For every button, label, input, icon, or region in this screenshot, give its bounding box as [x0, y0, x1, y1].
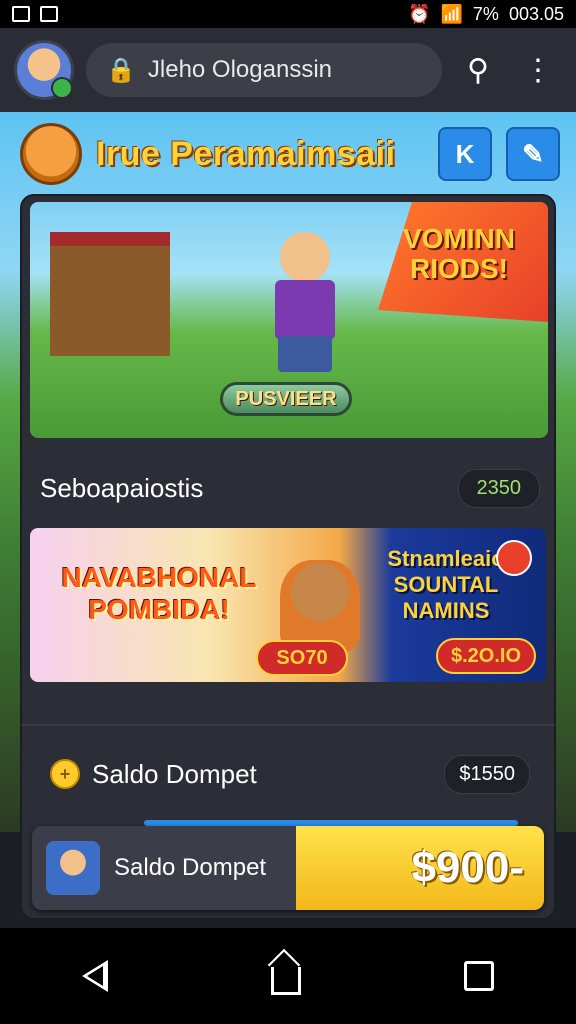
- promo-text: VOMINN RIODS!: [403, 223, 515, 284]
- price-button-2[interactable]: $.2O.IO: [436, 638, 536, 674]
- section-title: Seboapaiostis: [40, 472, 204, 503]
- online-badge: [51, 77, 73, 99]
- hero-legs: [278, 336, 332, 372]
- wallet-card-amount-area[interactable]: $900-: [296, 826, 544, 910]
- status-left: [12, 6, 58, 22]
- coin-icon: +: [50, 759, 80, 789]
- wifi-icon: 📶: [440, 3, 463, 24]
- edit-button[interactable]: ✎: [506, 127, 560, 181]
- notification-icon: [12, 6, 30, 22]
- hero-character: [250, 232, 360, 372]
- divider: [22, 724, 554, 726]
- house-illustration: [50, 232, 170, 356]
- bunny-character: [280, 560, 360, 652]
- battery-percent: 7%: [472, 3, 499, 24]
- character-avatar: [46, 841, 100, 895]
- home-icon[interactable]: [270, 967, 301, 995]
- navigation-bar: [0, 928, 576, 1024]
- top-bar: 🔒 Jleho Ologanssin ⚲ ⋮: [0, 28, 576, 112]
- edit-icon: ✎: [522, 138, 544, 169]
- section-row: Seboapaiostis 2350: [40, 466, 540, 510]
- back-icon[interactable]: [81, 960, 108, 992]
- lock-icon: 🔒: [106, 56, 136, 84]
- banner-button[interactable]: PUSVIEER: [220, 382, 352, 416]
- timer-icon: [496, 540, 532, 576]
- wallet-value-badge: $1550: [444, 754, 530, 794]
- mascot-icon: [20, 123, 82, 185]
- price-button-1[interactable]: SO70: [256, 640, 348, 676]
- clock: 003.05: [508, 3, 564, 24]
- alarm-icon: ⏰: [408, 3, 431, 24]
- notification-icon: [40, 6, 58, 22]
- wallet-card-amount: $900-: [411, 843, 524, 892]
- more-vertical-icon[interactable]: ⋮: [514, 46, 562, 94]
- hero-head: [280, 232, 330, 282]
- k-button[interactable]: K: [438, 127, 492, 181]
- recent-apps-icon[interactable]: [464, 961, 495, 991]
- search-text: Jleho Ologanssin: [147, 56, 333, 83]
- section-value-badge: 2350: [457, 468, 540, 508]
- status-right: ⏰ 📶 7% 003.05: [408, 4, 564, 25]
- wallet-row: + Saldo Dompet $1550: [50, 752, 530, 796]
- wallet-card[interactable]: Saldo Dompet $900-: [32, 826, 544, 910]
- wallet-card-left: Saldo Dompet: [32, 826, 296, 910]
- search-input[interactable]: 🔒 Jleho Ologanssin: [86, 43, 442, 97]
- promo-left-text: NAVABHONAL POMBIDA!: [61, 562, 257, 625]
- title-bar: Irue Peramaimsaii K ✎: [20, 122, 560, 186]
- status-bar: ⏰ 📶 7% 003.05: [0, 0, 576, 28]
- wallet-card-label: Saldo Dompet: [114, 854, 267, 881]
- avatar[interactable]: [14, 40, 74, 100]
- wallet-label: Saldo Dompet: [92, 758, 257, 789]
- search-icon[interactable]: ⚲: [454, 46, 502, 94]
- app-title: Irue Peramaimsaii: [96, 134, 396, 173]
- hero-torso: [275, 280, 335, 340]
